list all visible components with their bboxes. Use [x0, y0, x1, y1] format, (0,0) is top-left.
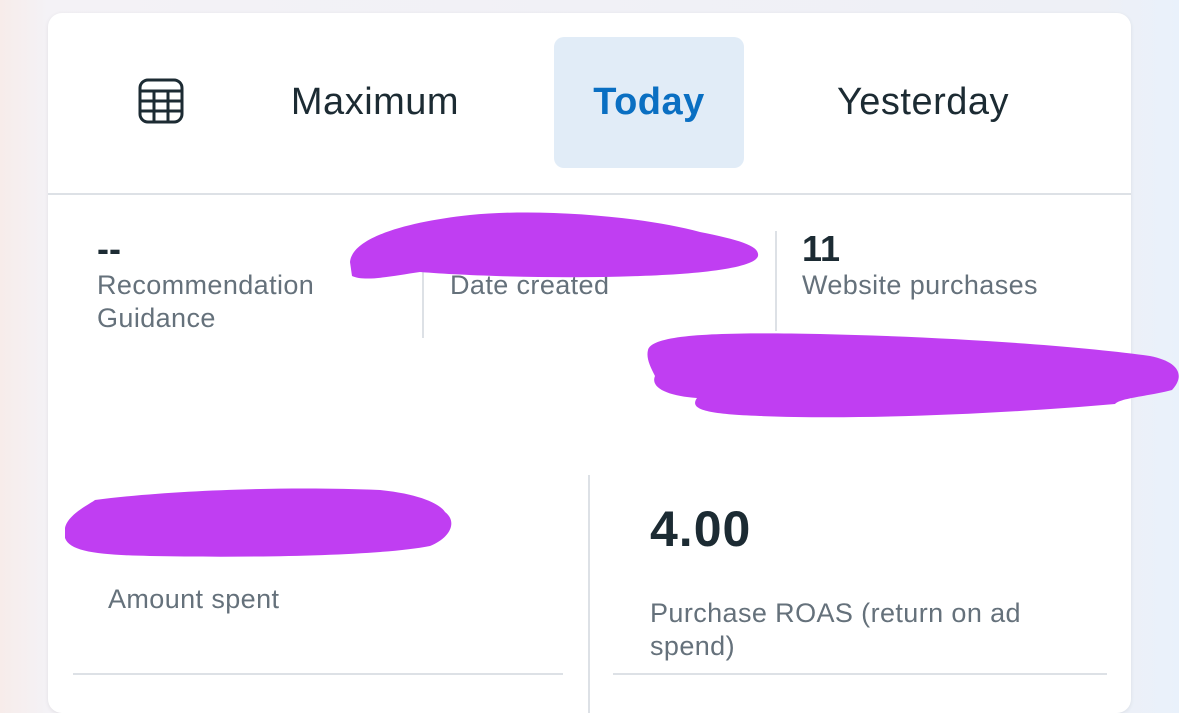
- metric-divider: [422, 233, 424, 338]
- amount-spent-label: Amount spent: [108, 584, 280, 614]
- metric-website-purchases[interactable]: 11 Website purchases: [802, 229, 1112, 302]
- tab-maximum[interactable]: Maximum: [248, 37, 502, 168]
- calendar-button[interactable]: [135, 77, 187, 129]
- metric-divider: [775, 231, 777, 331]
- metric-date-created[interactable]: Date created: [450, 229, 750, 302]
- website-purchases-label: Website purchases: [802, 270, 1038, 300]
- recommendation-value: --: [97, 228, 121, 269]
- purchase-roas-value: 4.00: [650, 501, 752, 557]
- metric-purchase-roas[interactable]: 4.00 Purchase ROAS (return on ad spend): [650, 499, 1090, 663]
- metric-amount-spent[interactable]: Amount spent: [108, 583, 528, 616]
- tab-today[interactable]: Today: [554, 37, 744, 168]
- date-created-label: Date created: [450, 270, 610, 300]
- purchase-roas-label: Purchase ROAS (return on ad spend): [650, 598, 1021, 661]
- row-divider: [73, 673, 563, 675]
- metric-recommendation[interactable]: -- Recommendation Guidance: [97, 229, 397, 335]
- recommendation-label: Recommendation Guidance: [97, 270, 315, 333]
- calendar-grid-icon: [137, 77, 185, 130]
- website-purchases-value: 11: [802, 228, 841, 269]
- ad-insights-card: Maximum Today Yesterday -- Recommendatio…: [48, 13, 1131, 713]
- row-divider: [613, 673, 1107, 675]
- amount-spent-value: [108, 503, 528, 563]
- date-range-tabbar: Maximum Today Yesterday: [48, 13, 1131, 195]
- date-created-value: [450, 229, 750, 269]
- tab-yesterday[interactable]: Yesterday: [788, 37, 1058, 168]
- metric-divider: [588, 475, 590, 713]
- amount-spent-value-wrap: [108, 503, 528, 563]
